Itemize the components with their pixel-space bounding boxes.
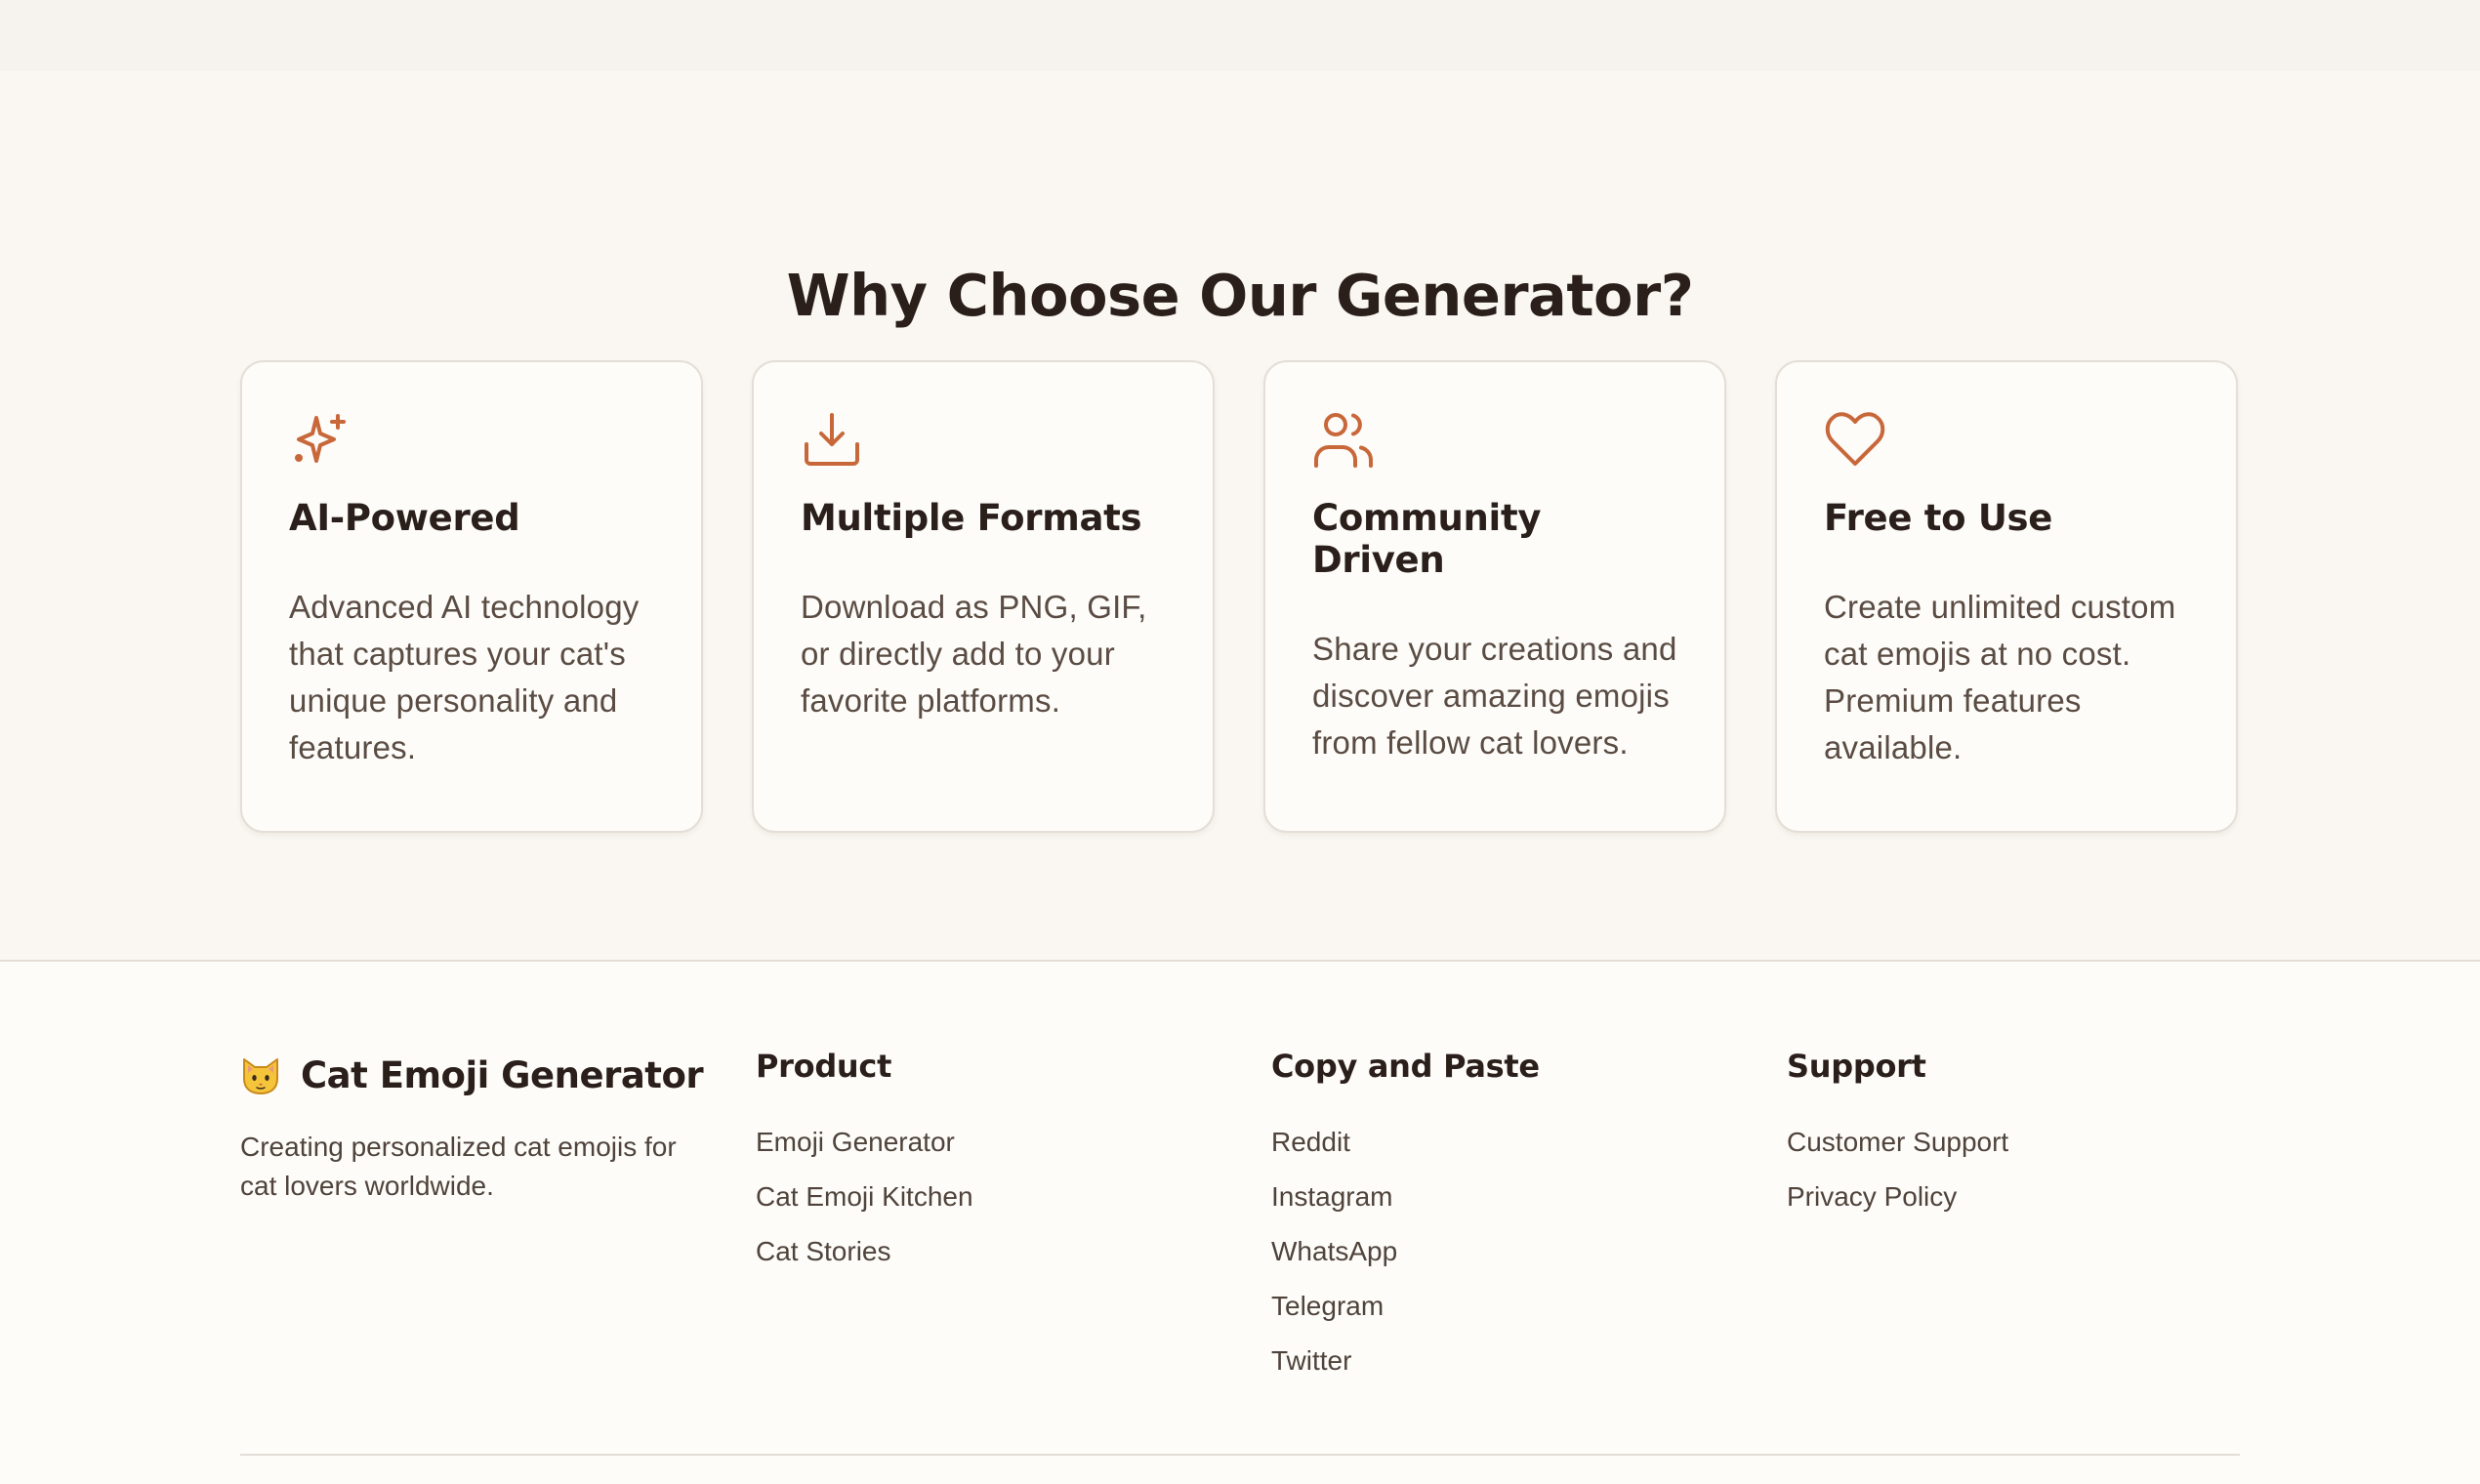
section-title: Why Choose Our Generator? [786,262,1694,329]
heart-icon [1824,409,1886,472]
footer-column-support: Support Customer Support Privacy Policy [1787,1048,2008,1224]
feature-cards: AI-Powered Advanced AI technology that c… [240,360,2240,833]
footer-link-list: Reddit Instagram WhatsApp Telegram Twitt… [1271,1115,1540,1388]
top-strip [0,0,2480,71]
card-description: Share your creations and discover amazin… [1312,631,1677,761]
footer-link-telegram[interactable]: Telegram [1271,1279,1540,1334]
card-title: Community Driven [1312,497,1542,581]
footer-link-instagram[interactable]: Instagram [1271,1170,1540,1224]
card-description: Create unlimited custom cat emojis at no… [1824,589,2176,765]
footer-link-customer-support[interactable]: Customer Support [1787,1115,2008,1170]
footer-heading: Copy and Paste [1271,1048,1540,1085]
footer-link-cat-emoji-kitchen[interactable]: Cat Emoji Kitchen [756,1170,973,1224]
card-description: Advanced AI technology that captures you… [289,589,640,765]
footer-link-privacy-policy[interactable]: Privacy Policy [1787,1170,2008,1224]
brand-row[interactable]: Cat Emoji Generator [240,1054,704,1096]
footer-column-copy-and-paste: Copy and Paste Reddit Instagram WhatsApp… [1271,1048,1540,1388]
footer-column-product: Product Emoji Generator Cat Emoji Kitche… [756,1048,973,1279]
card-description: Download as PNG, GIF, or directly add to… [801,589,1147,719]
footer-brand: Cat Emoji Generator Creating personalize… [240,1054,704,1206]
card-title: Multiple Formats [801,497,1142,539]
card-title: AI-Powered [289,497,520,539]
footer-link-reddit[interactable]: Reddit [1271,1115,1540,1170]
footer-heading: Support [1787,1048,1926,1085]
site-footer: Cat Emoji Generator Creating personalize… [0,962,2480,1484]
feature-card-free-to-use: Free to Use Create unlimited custom cat … [1775,360,2238,833]
sparkles-icon [289,409,351,472]
download-icon [801,409,863,472]
brand-tagline: Creating personalized cat emojis for cat… [240,1132,677,1201]
footer-link-list: Emoji Generator Cat Emoji Kitchen Cat St… [756,1115,973,1279]
footer-link-list: Customer Support Privacy Policy [1787,1115,2008,1224]
feature-card-ai-powered: AI-Powered Advanced AI technology that c… [240,360,703,833]
card-title: Free to Use [1824,497,2053,539]
footer-link-whatsapp[interactable]: WhatsApp [1271,1224,1540,1279]
footer-link-twitter[interactable]: Twitter [1271,1334,1540,1388]
users-icon [1312,409,1375,472]
cat-face-icon [240,1055,281,1096]
feature-card-multiple-formats: Multiple Formats Download as PNG, GIF, o… [752,360,1215,833]
footer-divider [240,1454,2240,1456]
features-section: Why Choose Our Generator? AI-Powered Adv… [0,71,2480,962]
feature-card-community-driven: Community Driven Share your creations an… [1263,360,1726,833]
brand-name: Cat Emoji Generator [301,1054,704,1096]
footer-link-cat-stories[interactable]: Cat Stories [756,1224,973,1279]
footer-heading: Product [756,1048,892,1085]
footer-link-emoji-generator[interactable]: Emoji Generator [756,1115,973,1170]
